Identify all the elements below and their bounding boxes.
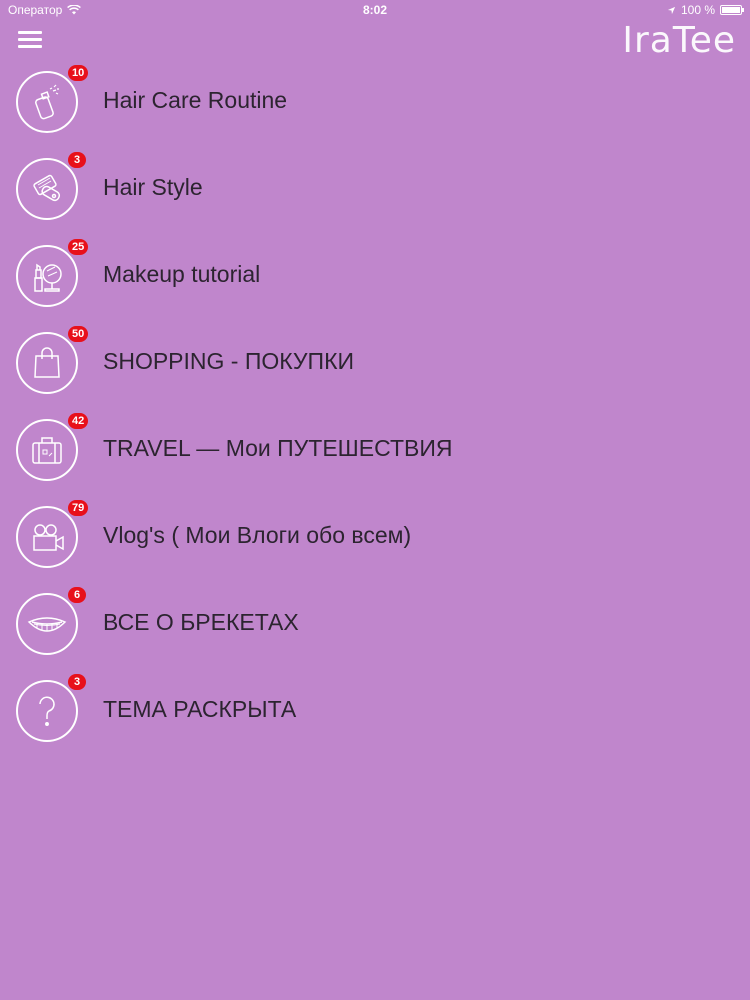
hair-straightener-icon	[16, 158, 78, 220]
list-item-hair-style[interactable]: 3 Hair Style	[0, 145, 750, 232]
notification-badge: 50	[68, 326, 89, 342]
list-item-label: Hair Care Routine	[103, 87, 288, 113]
makeup-mirror-icon	[16, 245, 78, 307]
list-item-label: Hair Style	[103, 174, 203, 200]
notification-badge: 3	[68, 152, 86, 168]
list-item-braces[interactable]: 6 ВСЕ О БРЕКЕТАХ	[0, 580, 750, 667]
list-item-label: Makeup tutorial	[103, 261, 261, 287]
video-camera-icon	[16, 506, 78, 568]
status-time: 8:02	[362, 3, 388, 17]
shopping-bag-icon	[16, 332, 78, 394]
hamburger-menu-icon[interactable]	[16, 28, 44, 56]
notification-badge: 6	[68, 587, 86, 603]
notification-badge: 3	[68, 674, 86, 690]
list-item-label: ТЕМА РАСКРЫТА	[103, 696, 297, 722]
list-item-makeup[interactable]: 25 Makeup tutorial	[0, 232, 750, 319]
app-logo: IraTee	[622, 20, 736, 61]
notification-badge: 79	[68, 500, 89, 516]
notification-badge: 25	[68, 239, 89, 255]
question-mark-icon	[16, 680, 78, 742]
list-item-shopping[interactable]: 50 SHOPPING - ПОКУПКИ	[0, 319, 750, 406]
notification-badge: 10	[68, 65, 89, 81]
battery-icon	[720, 5, 744, 15]
notification-badge: 42	[68, 413, 89, 429]
battery-label: 100 %	[680, 3, 715, 17]
hair-spray-icon	[16, 71, 78, 133]
list-item-topic[interactable]: 3 ТЕМА РАСКРЫТА	[0, 667, 750, 754]
category-list: 10 Hair Care Routine 3 Hair Style 25 Mak…	[0, 58, 750, 754]
location-arrow-icon	[667, 6, 676, 14]
list-item-label: ВСЕ О БРЕКЕТАХ	[103, 609, 299, 635]
suitcase-icon	[16, 419, 78, 481]
list-item-hair-care[interactable]: 10 Hair Care Routine	[0, 58, 750, 145]
list-item-label: Vlog's ( Мои Влоги обо всем)	[103, 522, 412, 548]
status-right: 100 %	[667, 3, 744, 17]
list-item-label: SHOPPING - ПОКУПКИ	[103, 348, 355, 374]
list-item-travel[interactable]: 42 TRAVEL — Мои ПУТЕШЕСТВИЯ	[0, 406, 750, 493]
list-item-label: TRAVEL — Мои ПУТЕШЕСТВИЯ	[103, 435, 453, 461]
braces-smile-icon	[16, 593, 78, 655]
status-bar: Оператор 8:02 100 %	[0, 0, 750, 20]
list-item-vlog[interactable]: 79 Vlog's ( Мои Влоги обо всем)	[0, 493, 750, 580]
